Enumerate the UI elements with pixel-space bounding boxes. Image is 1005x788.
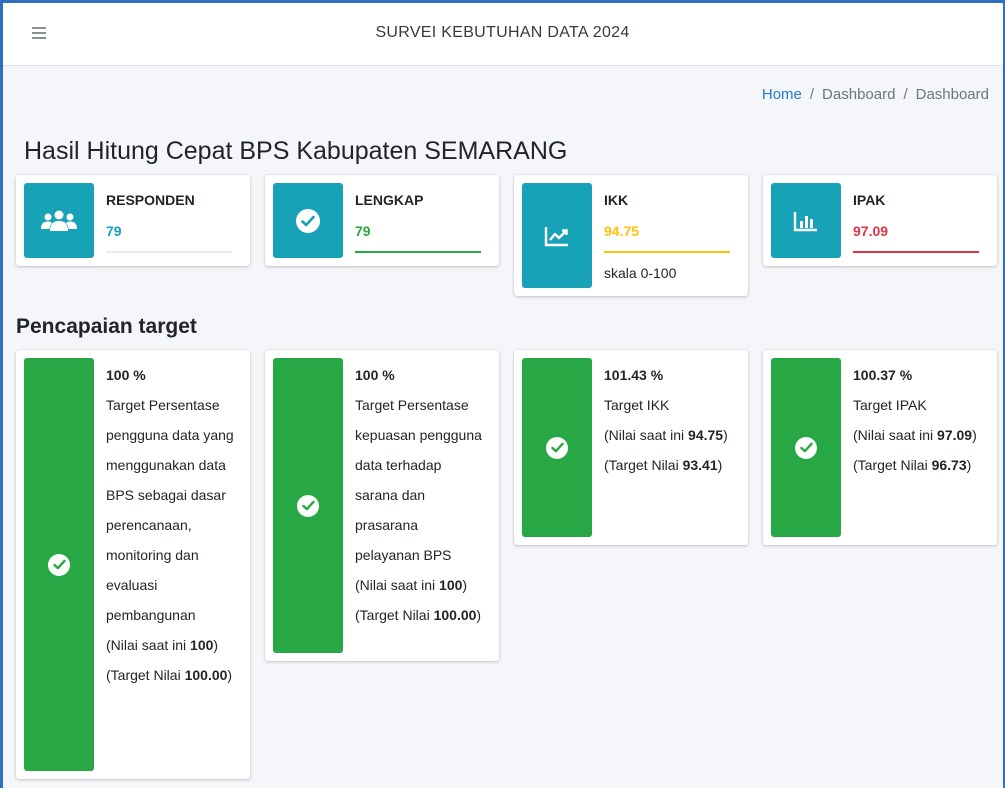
info-card-label: LENGKAP	[355, 192, 424, 208]
chart-line-icon	[522, 183, 592, 288]
current-value: 100	[439, 577, 463, 593]
target-card-pengguna-data: 100 % Target Persentase pengguna data ya…	[16, 350, 250, 779]
breadcrumb-item-dashboard: Dashboard	[822, 86, 896, 103]
target-description: Target Persentase pengguna data yang men…	[106, 397, 234, 623]
check-circle-icon	[24, 358, 94, 771]
target-text: 100 % Target Persentase kepuasan penggun…	[355, 360, 485, 630]
current-value-prefix: (Nilai saat ini	[106, 637, 191, 653]
check-circle-icon	[522, 358, 592, 537]
target-text: 100 % Target Persentase pengguna data ya…	[106, 360, 236, 690]
info-card-value: 97.09	[853, 223, 889, 239]
breadcrumb-separator: /	[903, 86, 908, 103]
current-value-prefix: (Nilai saat ini	[604, 427, 689, 443]
target-value: 93.41	[682, 457, 718, 473]
current-value-prefix: (Nilai saat ini	[355, 577, 440, 593]
current-value-suffix: )	[723, 427, 728, 443]
target-text: 101.43 % Target IKK (Nilai saat ini 94.7…	[604, 360, 734, 480]
chart-bar-icon	[771, 183, 841, 258]
page-title: Hasil Hitung Cepat BPS Kabupaten SEMARAN…	[24, 137, 568, 165]
target-description: Target Persentase kepuasan pengguna data…	[355, 397, 482, 563]
target-text: 100.37 % Target IPAK (Nilai saat ini 97.…	[853, 360, 983, 480]
scale-note: skala 0-100	[604, 265, 677, 281]
check-circle-icon	[273, 358, 343, 653]
target-card-ipak: 100.37 % Target IPAK (Nilai saat ini 97.…	[763, 350, 997, 545]
info-card-responden: RESPONDEN 79	[16, 175, 250, 266]
target-value-suffix: )	[476, 607, 482, 623]
target-value: 96.73	[931, 457, 967, 473]
target-value-prefix: (Target Nilai	[106, 667, 185, 683]
info-card-label: IKK	[604, 192, 629, 208]
current-value: 94.75	[688, 427, 724, 443]
top-navbar: SURVEI KEBUTUHAN DATA 2024	[0, 0, 1005, 66]
breadcrumb-home-link[interactable]: Home	[762, 86, 802, 103]
target-value-suffix: )	[717, 457, 723, 473]
users-icon	[24, 183, 94, 258]
target-value: 100.00	[184, 667, 228, 683]
target-value: 100.00	[433, 607, 477, 623]
current-value-suffix: )	[972, 427, 977, 443]
current-value-suffix: )	[213, 637, 219, 653]
target-card-kepuasan: 100 % Target Persentase kepuasan penggun…	[265, 350, 499, 661]
breadcrumb-item-current: Dashboard	[915, 86, 989, 103]
current-value-suffix: )	[462, 577, 468, 593]
current-value-prefix: (Nilai saat ini	[853, 427, 938, 443]
target-value-suffix: )	[966, 457, 972, 473]
current-value: 97.09	[937, 427, 973, 443]
app-title: SURVEI KEBUTUHAN DATA 2024	[375, 24, 630, 41]
check-circle-icon	[771, 358, 841, 537]
target-description: Target IKK	[604, 397, 670, 413]
info-card-label: IPAK	[853, 192, 886, 208]
check-circle-icon	[273, 183, 343, 258]
info-card-ikk: IKK 94.75 skala 0-100	[514, 175, 748, 296]
progress-bar	[853, 251, 979, 253]
info-card-ipak: IPAK 97.09	[763, 175, 997, 266]
target-percentage: 100 %	[106, 367, 146, 383]
target-percentage: 100 %	[355, 367, 395, 383]
target-value-prefix: (Target Nilai	[604, 457, 683, 473]
breadcrumb: Home / Dashboard / Dashboard	[762, 86, 989, 103]
current-value: 100	[190, 637, 214, 653]
target-percentage: 100.37 %	[853, 367, 913, 383]
target-value-prefix: (Target Nilai	[853, 457, 932, 473]
info-card-label: RESPONDEN	[106, 192, 195, 208]
target-description: Target IPAK	[853, 397, 927, 413]
section-title: Pencapaian target	[16, 315, 197, 338]
info-card-value: 79	[355, 223, 371, 239]
target-value-suffix: )	[227, 667, 233, 683]
target-value-prefix: (Target Nilai	[355, 607, 434, 623]
progress-bar	[355, 251, 481, 253]
info-card-lengkap: LENGKAP 79	[265, 175, 499, 266]
progress-bar	[106, 251, 232, 253]
info-card-value: 94.75	[604, 223, 640, 239]
breadcrumb-separator: /	[809, 86, 815, 103]
progress-bar	[604, 251, 730, 253]
target-card-ikk: 101.43 % Target IKK (Nilai saat ini 94.7…	[514, 350, 748, 545]
target-percentage: 101.43 %	[604, 367, 664, 383]
info-card-value: 79	[106, 223, 122, 239]
